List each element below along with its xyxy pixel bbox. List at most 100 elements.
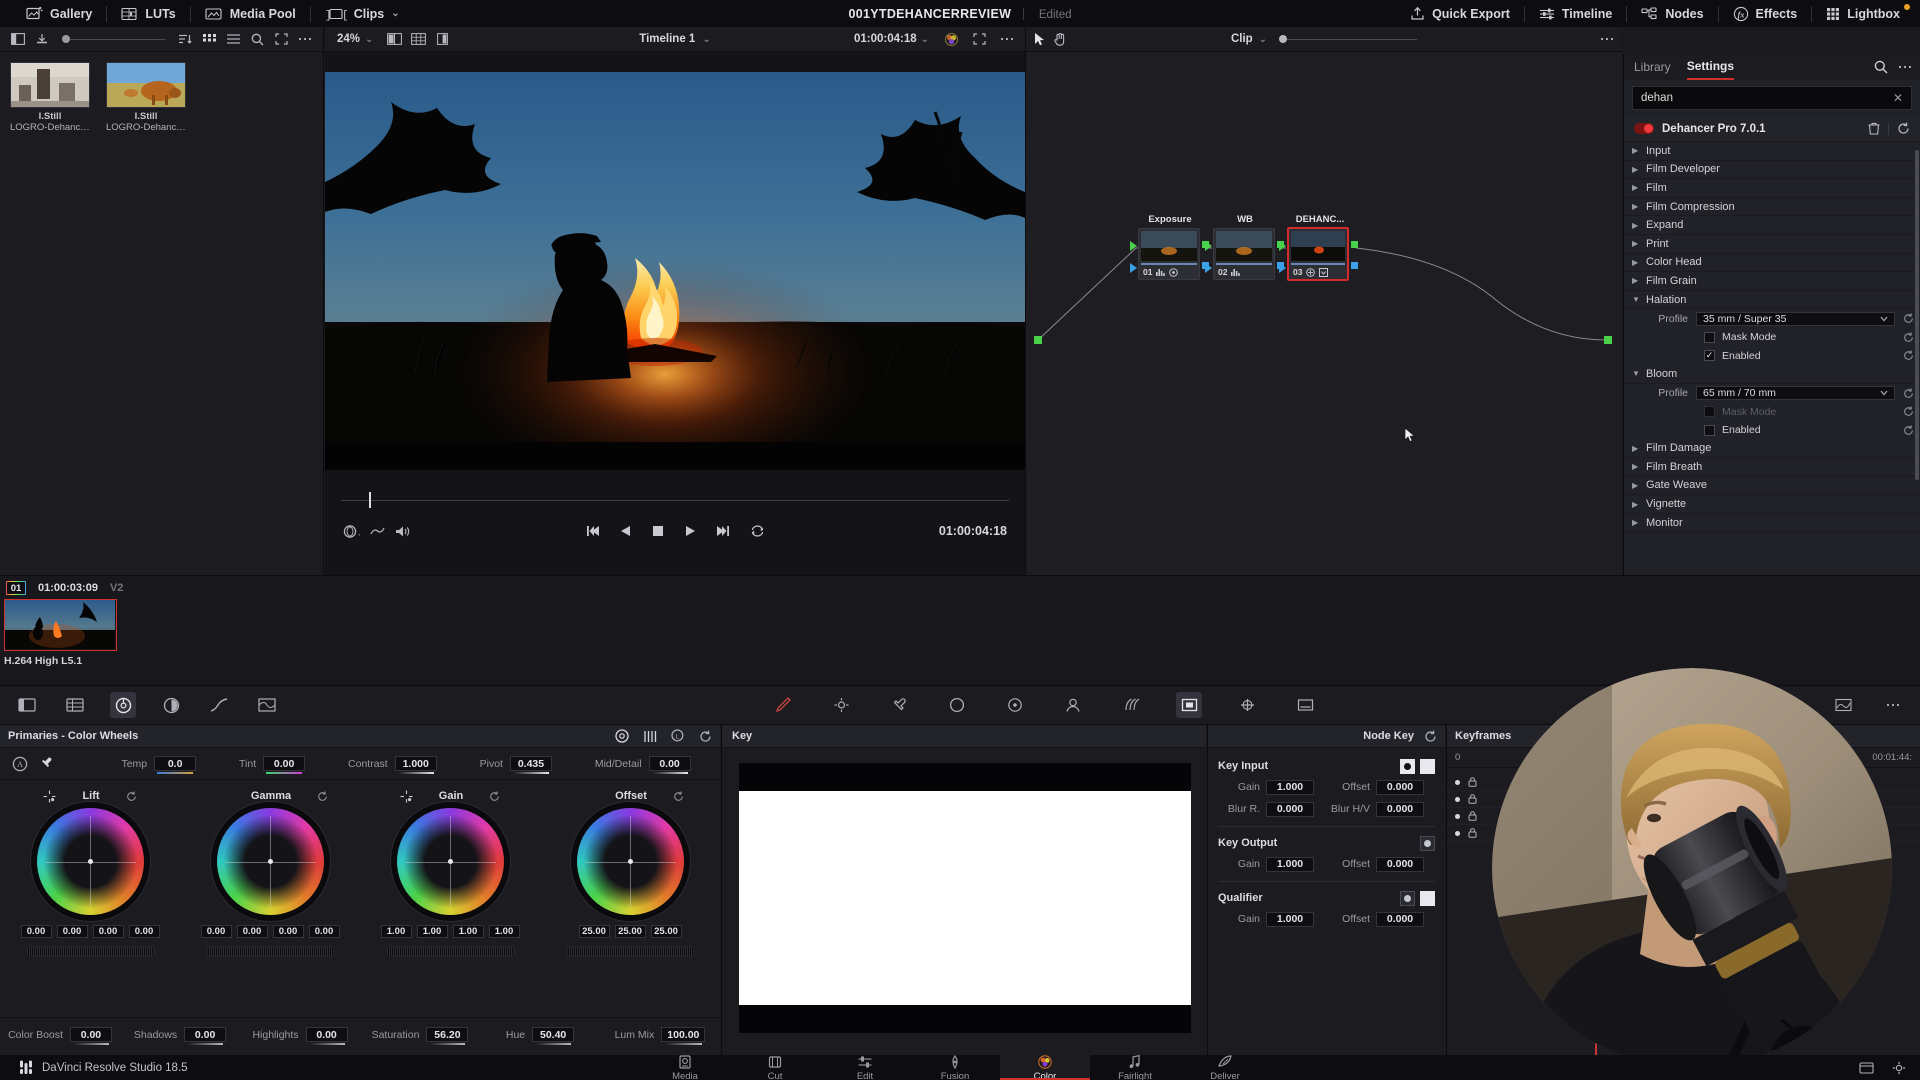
wheel-value-number[interactable]: 25.00 — [578, 925, 610, 938]
wheel-value[interactable]: 0.00 — [236, 925, 268, 938]
lock-icon[interactable] — [1468, 828, 1477, 838]
lock-icon[interactable] — [1468, 811, 1477, 821]
reset-icon[interactable] — [699, 730, 712, 743]
key-preview-canvas[interactable] — [722, 748, 1207, 1048]
field-value[interactable]: 100.00 — [661, 1027, 706, 1045]
gallery-still-item[interactable]: I.Still LOGRO-Dehancer-P... — [106, 62, 186, 133]
chevron-right-icon[interactable]: ▶ — [1632, 518, 1640, 527]
tracker-icon[interactable] — [1002, 692, 1028, 718]
wheel-handle[interactable] — [87, 859, 93, 864]
key-input-layers-icon[interactable] — [1420, 758, 1435, 774]
wheel-value-number[interactable]: 1.00 — [416, 925, 448, 938]
inspector-group-film-damage[interactable]: ▶ Film Damage — [1624, 440, 1920, 459]
toolbar-lightbox[interactable]: Lightbox — [1812, 0, 1914, 27]
slider-track[interactable] — [70, 38, 165, 40]
eyedropper-icon[interactable] — [38, 756, 53, 771]
reset-icon[interactable] — [1901, 406, 1915, 417]
toolbar-media-pool[interactable]: Media Pool — [191, 0, 310, 27]
wheel-control[interactable] — [576, 808, 684, 915]
inspector-group-vignette[interactable]: ▶ Vignette — [1624, 495, 1920, 514]
lut-browser-icon[interactable] — [62, 692, 88, 718]
wheel-value-number[interactable]: 1.00 — [380, 925, 412, 938]
panel-options-icon[interactable] — [1880, 692, 1906, 718]
onscreen-control-icon[interactable]: ⌄ — [343, 524, 360, 539]
magic-mask-icon[interactable] — [828, 692, 854, 718]
enabled-checkbox[interactable] — [1704, 424, 1715, 436]
node-03-key-output[interactable] — [1351, 262, 1358, 269]
wheel-value[interactable]: 0.00 — [272, 925, 304, 938]
color-wheels-icon[interactable] — [110, 692, 136, 718]
inspector-group-gate-weave[interactable]: ▶ Gate Weave — [1624, 477, 1920, 496]
node-bypass-icon[interactable] — [1169, 267, 1179, 277]
wheel-value[interactable]: 0.00 — [308, 925, 340, 938]
delete-icon[interactable] — [1868, 122, 1880, 135]
wheel-value[interactable]: 1.00 — [380, 925, 412, 938]
qualifier-eyedropper-icon[interactable] — [886, 692, 912, 718]
mask-checkbox[interactable] — [1704, 331, 1715, 343]
node-01-key-input[interactable] — [1130, 263, 1137, 273]
node-fx-icon[interactable] — [1306, 267, 1316, 277]
project-manager-icon[interactable] — [1859, 1061, 1874, 1075]
field-value[interactable]: 0.00 — [184, 1027, 227, 1045]
inspector-group-bloom[interactable]: ▼ Bloom — [1624, 365, 1920, 384]
chevron-right-icon[interactable]: ▶ — [1632, 481, 1640, 490]
chevron-right-icon[interactable]: ▶ — [1632, 258, 1640, 267]
node-01-rgb-input[interactable] — [1130, 241, 1137, 251]
chevron-right-icon[interactable]: ▶ — [1632, 276, 1640, 285]
toolbar-clips[interactable]: ][ Clips ⌄ — [311, 0, 414, 27]
node-size-slider[interactable] — [1279, 35, 1418, 43]
fullscreen-button[interactable] — [269, 28, 293, 50]
list-view-button[interactable] — [221, 28, 245, 50]
wheel-master-ring[interactable] — [26, 946, 154, 957]
reset-icon[interactable] — [1901, 332, 1915, 343]
profile-dropdown[interactable]: 35 mm / Super 35 — [1696, 311, 1895, 326]
inspector-group-expand[interactable]: ▶ Expand — [1624, 216, 1920, 235]
node-03-key-input[interactable] — [1279, 263, 1286, 273]
wheel-value[interactable]: 1.00 — [452, 925, 484, 938]
wheel-value-number[interactable]: 25.00 — [614, 925, 646, 938]
page-tab-color[interactable]: Color — [1000, 1054, 1090, 1080]
search-input[interactable] — [1641, 92, 1893, 104]
field-hue[interactable]: Hue 50.40 — [480, 1027, 600, 1045]
reset-icon[interactable] — [1897, 122, 1910, 135]
blur-icon[interactable] — [1118, 692, 1144, 718]
qualifier-layers-icon[interactable] — [1420, 890, 1435, 906]
scrubber-playhead[interactable] — [369, 492, 371, 508]
node-02-key-input[interactable] — [1205, 263, 1212, 273]
curves-icon[interactable] — [206, 692, 232, 718]
page-tab-cut[interactable]: Cut — [730, 1055, 820, 1080]
viewer-zoom-select[interactable]: 24% ⌄ — [337, 33, 373, 45]
chevron-right-icon[interactable]: ▶ — [1632, 444, 1640, 453]
primary-bars-mode-icon[interactable] — [643, 730, 657, 743]
track-enable-dot[interactable] — [1455, 779, 1460, 785]
audio-volume-icon[interactable] — [395, 525, 410, 538]
inspector-group-film-developer[interactable]: ▶ Film Developer — [1624, 161, 1920, 180]
viewer-image-area[interactable] — [325, 52, 1025, 489]
reset-icon[interactable] — [673, 791, 684, 802]
data-burn-icon[interactable] — [1292, 692, 1318, 718]
wheel-value-number[interactable]: 0.00 — [92, 925, 124, 938]
row-value-left[interactable]: 1.000 — [1266, 779, 1314, 795]
wheel-handle[interactable] — [447, 859, 453, 864]
still-thumbnail[interactable] — [106, 62, 186, 108]
wheel-control[interactable] — [216, 808, 324, 915]
wheel-value[interactable]: 0.00 — [20, 925, 52, 938]
color-match-icon[interactable] — [158, 692, 184, 718]
stop-button[interactable] — [652, 525, 664, 537]
field-saturation[interactable]: Saturation 56.20 — [360, 1027, 480, 1045]
sidebar-toggle-button[interactable] — [6, 28, 30, 50]
reset-icon[interactable] — [1901, 350, 1915, 361]
lock-icon[interactable] — [1468, 777, 1477, 787]
wheel-value-number[interactable]: 0.00 — [308, 925, 340, 938]
inspector-group-film-breath[interactable]: ▶ Film Breath — [1624, 458, 1920, 477]
chevron-right-icon[interactable]: ▶ — [1632, 221, 1640, 230]
field-value[interactable]: 0.00 — [305, 1027, 348, 1045]
wheel-value[interactable]: 1.00 — [488, 925, 520, 938]
log-wheels-mode-icon[interactable]: L — [671, 729, 685, 743]
tab-library[interactable]: Library — [1634, 54, 1671, 80]
grab-still-button[interactable] — [30, 28, 54, 50]
row-value-right[interactable]: 0.000 — [1376, 856, 1424, 872]
node-03-rgb-output[interactable] — [1351, 241, 1358, 248]
wheel-value[interactable]: 1.00 — [416, 925, 448, 938]
field-value[interactable]: 0.00 — [69, 1027, 112, 1045]
